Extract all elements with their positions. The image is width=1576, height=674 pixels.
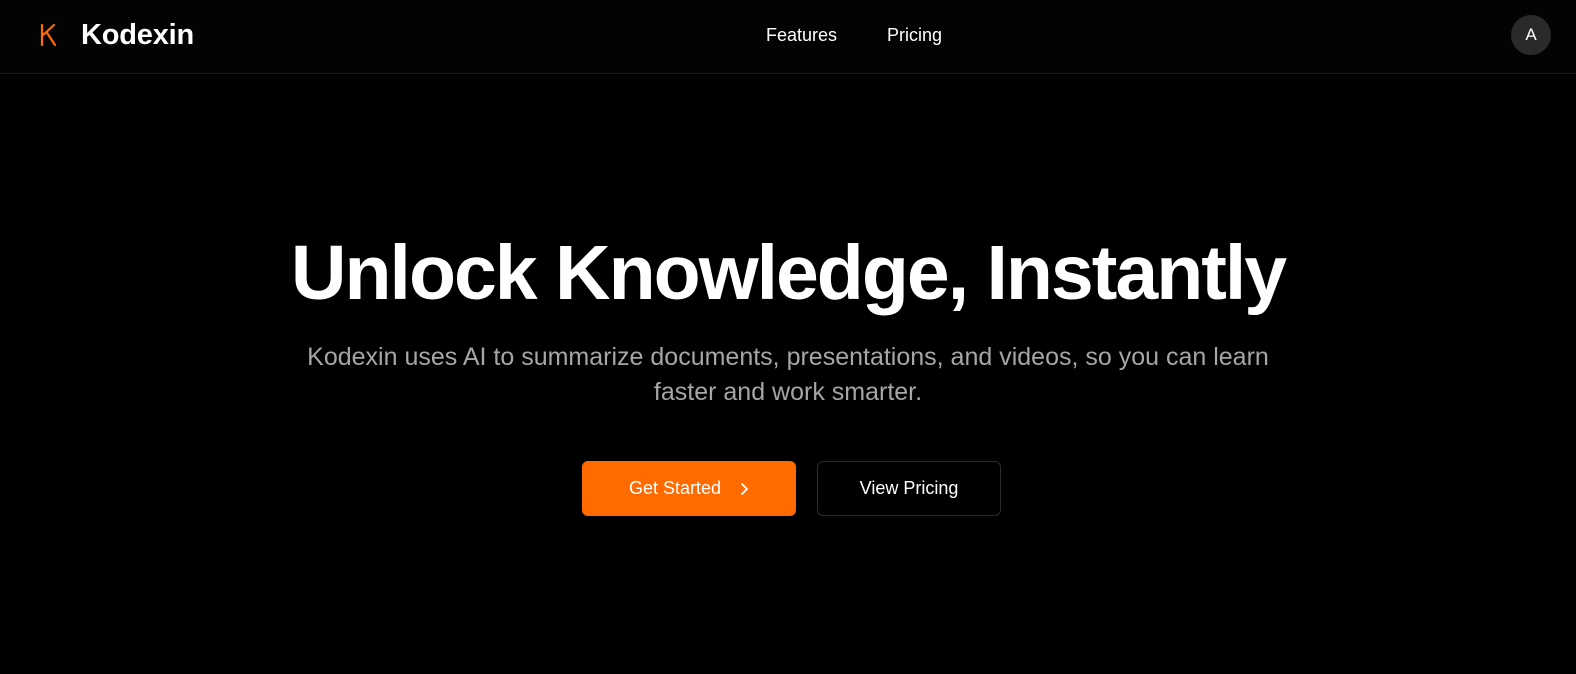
brand-name: Kodexin (81, 18, 194, 51)
top-nav-bar: Kodexin Features Pricing A (0, 0, 1576, 74)
hero-actions: Get Started View Pricing (582, 461, 1001, 516)
get-started-button[interactable]: Get Started (582, 461, 796, 516)
brand-home-link[interactable]: Kodexin (38, 17, 194, 53)
nav-link-features[interactable]: Features (766, 24, 837, 46)
page: Kodexin Features Pricing A Unlock Knowle… (0, 0, 1576, 674)
get-started-label: Get Started (628, 478, 722, 498)
view-pricing-button[interactable]: View Pricing (817, 461, 1001, 516)
chevron-right-icon (739, 482, 749, 496)
view-pricing-label: View Pricing (859, 478, 959, 498)
hero-subtitle: Kodexin uses AI to summarize documents, … (307, 343, 1269, 406)
hero-title: Unlock Knowledge, Instantly (290, 230, 1287, 316)
user-avatar[interactable]: A (1511, 15, 1551, 55)
k-logo-icon (38, 20, 60, 50)
main-nav: Features Pricing (766, 24, 942, 46)
nav-link-pricing[interactable]: Pricing (887, 24, 942, 46)
